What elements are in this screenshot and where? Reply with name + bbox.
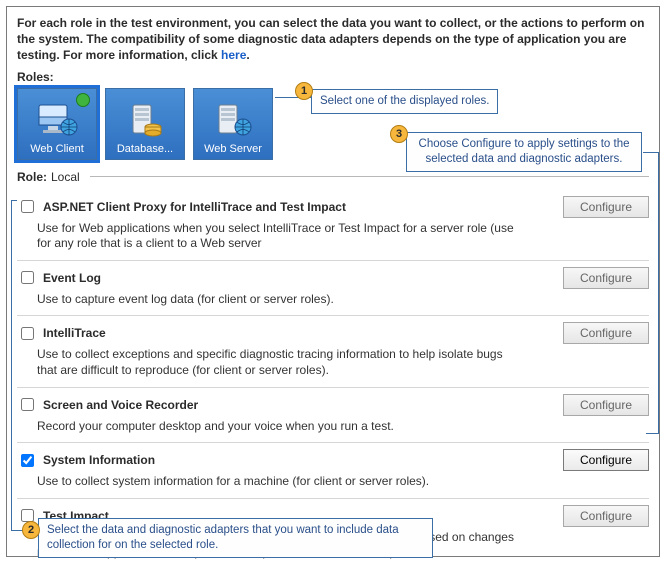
adapter-aspnet-proxy: ASP.NET Client Proxy for IntelliTrace an… xyxy=(17,190,649,260)
role-tile-web-client[interactable]: Web Client xyxy=(17,88,97,160)
divider xyxy=(90,176,649,177)
adapter-title: Event Log xyxy=(43,271,557,285)
adapter-desc: Use for Web applications when you select… xyxy=(37,221,517,252)
adapter-intellitrace: IntelliTrace Configure Use to collect ex… xyxy=(17,315,649,386)
role-tile-label: Database... xyxy=(108,143,182,155)
roles-label: Roles: xyxy=(17,70,649,84)
adapter-screen-voice: Screen and Voice Recorder Configure Reco… xyxy=(17,387,649,443)
configure-button[interactable]: Configure xyxy=(563,322,649,344)
callout-connector xyxy=(646,433,659,434)
role-tile-label: Web Client xyxy=(20,143,94,155)
server-globe-icon xyxy=(211,103,255,137)
adapter-checkbox[interactable] xyxy=(21,200,34,213)
configure-button[interactable]: Configure xyxy=(563,505,649,527)
adapter-title: IntelliTrace xyxy=(43,326,557,340)
configure-button[interactable]: Configure xyxy=(563,267,649,289)
callout-1: Select one of the displayed roles. xyxy=(311,89,498,114)
role-value: Local xyxy=(51,170,80,184)
status-ok-icon xyxy=(76,93,90,107)
callout-connector xyxy=(11,200,17,201)
role-tile-web-server[interactable]: Web Server xyxy=(193,88,273,160)
monitor-globe-icon xyxy=(35,103,79,137)
callout-badge-1: 1 xyxy=(295,82,313,100)
adapter-desc: Use to collect system information for a … xyxy=(37,474,517,490)
adapter-desc: Use to capture event log data (for clien… xyxy=(37,292,517,308)
adapter-checkbox[interactable] xyxy=(21,454,34,467)
callout-badge-2: 2 xyxy=(22,521,40,539)
configure-button[interactable]: Configure xyxy=(563,449,649,471)
configure-button[interactable]: Configure xyxy=(563,394,649,416)
callout-connector xyxy=(658,152,659,434)
configure-button[interactable]: Configure xyxy=(563,196,649,218)
role-label: Role: xyxy=(17,170,47,184)
adapter-list: ASP.NET Client Proxy for IntelliTrace an… xyxy=(17,190,649,569)
adapter-checkbox[interactable] xyxy=(21,398,34,411)
server-database-icon xyxy=(123,103,167,137)
adapter-desc: Use to collect exceptions and specific d… xyxy=(37,347,517,378)
role-tile-label: Web Server xyxy=(196,143,270,155)
adapter-event-log: Event Log Configure Use to capture event… xyxy=(17,260,649,316)
intro-before: For each role in the test environment, y… xyxy=(17,16,644,62)
intro-help-link[interactable]: here xyxy=(221,48,246,62)
callout-connector xyxy=(643,152,659,153)
adapter-desc: Record your computer desktop and your vo… xyxy=(37,419,517,435)
intro-after: . xyxy=(246,48,249,62)
role-tile-database[interactable]: Database... xyxy=(105,88,185,160)
adapter-system-info: System Information Configure Use to coll… xyxy=(17,442,649,498)
adapter-checkbox[interactable] xyxy=(21,327,34,340)
callout-connector xyxy=(11,200,12,530)
adapter-title: System Information xyxy=(43,453,557,467)
callout-badge-3: 3 xyxy=(390,125,408,143)
adapter-title: ASP.NET Client Proxy for IntelliTrace an… xyxy=(43,200,557,214)
adapter-checkbox[interactable] xyxy=(21,271,34,284)
callout-2: Select the data and diagnostic adapters … xyxy=(38,518,433,558)
intro-text: For each role in the test environment, y… xyxy=(17,15,649,64)
callout-3: Choose Configure to apply settings to th… xyxy=(406,132,642,172)
adapter-title: Screen and Voice Recorder xyxy=(43,398,557,412)
